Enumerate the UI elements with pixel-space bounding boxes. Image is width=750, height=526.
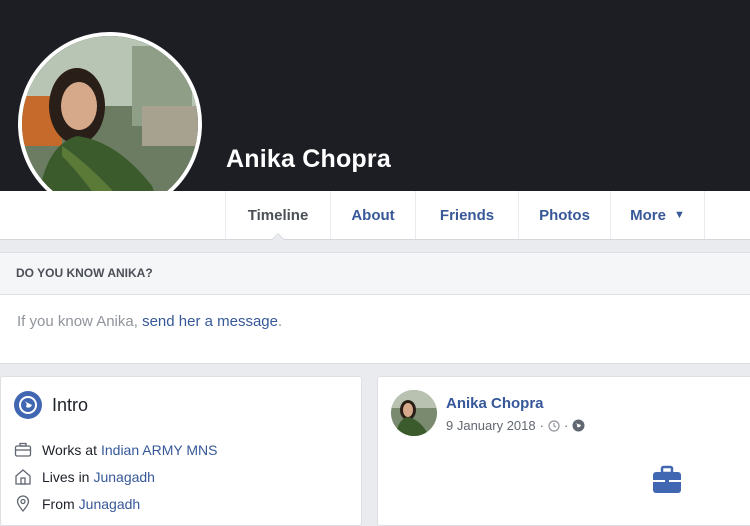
- post-author-name[interactable]: Anika Chopra: [446, 395, 544, 412]
- send-message-link[interactable]: send her a message: [142, 313, 278, 330]
- tab-more[interactable]: More ▼: [610, 191, 705, 239]
- tab-about[interactable]: About: [330, 191, 415, 239]
- do-you-know-heading: DO YOU KNOW ANIKA?: [0, 253, 750, 295]
- tab-label: Photos: [539, 206, 590, 224]
- do-you-know-card: DO YOU KNOW ANIKA? If you know Anika, se…: [0, 252, 750, 364]
- intro-from-row: From Junagadh: [14, 495, 140, 513]
- post-date[interactable]: 9 January 2018: [446, 418, 536, 433]
- globe-icon: [14, 391, 42, 419]
- tab-label: Timeline: [247, 206, 309, 224]
- know-prefix: If you know Anika,: [17, 313, 138, 330]
- intro-lives-link[interactable]: Junagadh: [93, 469, 155, 485]
- intro-work-link[interactable]: Indian ARMY MNS: [101, 442, 217, 458]
- tab-photos[interactable]: Photos: [518, 191, 610, 239]
- intro-card: Intro Works at Indian ARMY MNS Lives in …: [0, 376, 362, 526]
- meta-separator: ·: [563, 418, 569, 433]
- tab-friends[interactable]: Friends: [415, 191, 518, 239]
- intro-lives-row: Lives in Junagadh: [14, 468, 155, 486]
- intro-work-prefix: Works at: [42, 442, 97, 458]
- intro-lives-prefix: Lives in: [42, 469, 90, 485]
- know-suffix: .: [278, 313, 283, 330]
- timeline-post: Anika Chopra 9 January 2018 · ·: [377, 376, 750, 526]
- do-you-know-text: If you know Anika, send her a message.: [0, 295, 750, 330]
- tab-timeline[interactable]: Timeline: [225, 191, 330, 240]
- meta-separator: ·: [539, 418, 544, 433]
- tab-label: About: [351, 206, 395, 224]
- briefcase-icon: [14, 442, 32, 457]
- profile-picture[interactable]: [18, 32, 202, 216]
- intro-from-link[interactable]: Junagadh: [79, 496, 141, 512]
- tab-label: More: [630, 206, 666, 224]
- caret-down-icon: ▼: [673, 209, 685, 221]
- post-author-avatar[interactable]: [391, 390, 437, 436]
- profile-name[interactable]: Anika Chopra: [226, 145, 391, 174]
- house-icon: [15, 469, 31, 485]
- intro-from-prefix: From: [42, 496, 75, 512]
- intro-header: Intro: [14, 391, 88, 419]
- intro-title: Intro: [52, 394, 89, 415]
- public-globe-icon[interactable]: [572, 419, 585, 432]
- location-pin-icon: [16, 495, 30, 513]
- intro-work-row: Works at Indian ARMY MNS: [14, 441, 217, 459]
- profile-tab-bar: Timeline About Friends Photos More ▼: [0, 191, 750, 240]
- work-event-briefcase-icon: [653, 465, 681, 493]
- post-meta: 9 January 2018 · ·: [446, 418, 585, 433]
- tab-label: Friends: [439, 206, 495, 224]
- clock-icon: [548, 419, 560, 432]
